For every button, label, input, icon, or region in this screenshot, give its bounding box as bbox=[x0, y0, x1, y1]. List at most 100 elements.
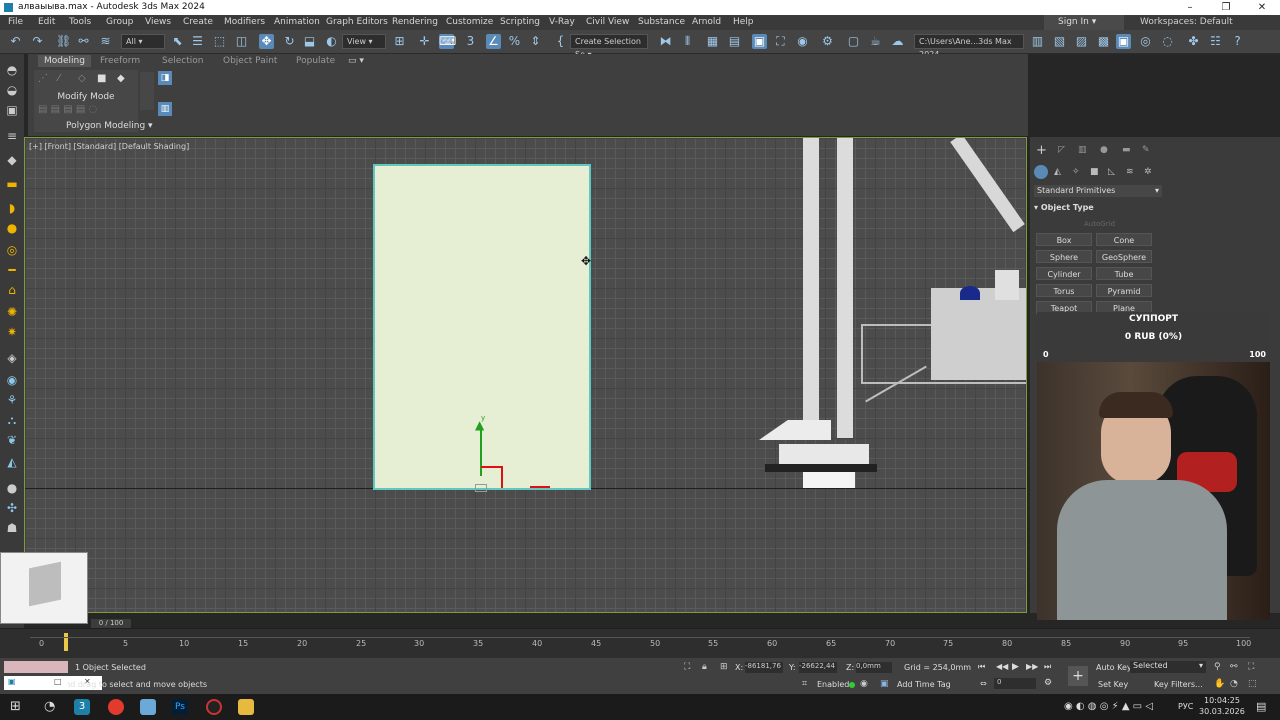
place-icon[interactable]: ◐ bbox=[324, 34, 339, 49]
maximize-button[interactable]: ❐ bbox=[1208, 0, 1244, 15]
hierarchy-icon[interactable]: ▣ bbox=[4, 102, 20, 118]
schematic-view-icon[interactable]: ⛶ bbox=[773, 34, 788, 49]
search-icon[interactable]: ◔ bbox=[44, 699, 55, 714]
maxscript-listener[interactable] bbox=[4, 661, 68, 673]
gizmo-plane-handle[interactable] bbox=[501, 466, 503, 488]
sphere-button[interactable]: Sphere bbox=[1036, 250, 1092, 263]
torus-button[interactable]: Torus bbox=[1036, 284, 1092, 297]
spacewarps-icon[interactable]: ≋ bbox=[1126, 167, 1134, 177]
vray-tool-icon[interactable]: ◭ bbox=[4, 454, 20, 470]
go-to-end-icon[interactable]: ⏭ bbox=[1044, 662, 1051, 672]
key-filters-button[interactable]: Key Filters... bbox=[1154, 680, 1203, 689]
material-ball-icon[interactable]: ● bbox=[4, 480, 20, 496]
workspace-selector[interactable]: Workspaces: Default bbox=[1140, 17, 1233, 27]
sign-in-button[interactable]: Sign In ▾ bbox=[1044, 15, 1124, 30]
front-viewport[interactable]: [+] [Front] [Standard] [Default Shading]… bbox=[24, 137, 1027, 613]
align-icon[interactable]: ⫴ bbox=[680, 34, 695, 49]
set-key-icon[interactable]: + bbox=[1068, 666, 1088, 686]
spinner-snap-icon[interactable]: ⇕ bbox=[528, 34, 543, 49]
notifications-icon[interactable]: ▤ bbox=[1256, 700, 1266, 713]
time-config-icon[interactable]: ⚙ bbox=[1044, 678, 1052, 688]
render-tool-icon[interactable]: ✣ bbox=[4, 500, 20, 516]
create-icon[interactable]: ◓ bbox=[4, 62, 20, 78]
auto-key-button[interactable]: Auto Key bbox=[1096, 663, 1132, 672]
hierarchy-tab-icon[interactable]: ▥ bbox=[1078, 145, 1087, 155]
polygon-icon[interactable]: ■ bbox=[97, 73, 106, 84]
key-mode-icon[interactable]: ⇔ bbox=[980, 679, 987, 688]
time-slider-thumb[interactable] bbox=[64, 633, 68, 651]
next-frame-icon[interactable]: ▶▶ bbox=[1026, 662, 1038, 671]
pyramid-button[interactable]: Pyramid bbox=[1096, 284, 1152, 297]
absolute-mode-icon[interactable]: ⊞ bbox=[720, 662, 728, 672]
vertex-icon[interactable]: ⋰ bbox=[38, 73, 48, 84]
selection-set-dropdown[interactable]: Create Selection Se ▾ bbox=[570, 34, 648, 59]
folder-icon[interactable] bbox=[238, 699, 254, 715]
cone-button[interactable]: Cone bbox=[1096, 233, 1152, 246]
obs-icon[interactable] bbox=[206, 699, 222, 715]
time-tag-icon[interactable]: ⌗ bbox=[802, 679, 807, 689]
3dsmax-taskbar-icon[interactable]: 3 bbox=[74, 699, 90, 715]
object-type-rollout[interactable]: ▾ Object Type bbox=[1034, 203, 1154, 215]
open-file-icon[interactable]: ▧ bbox=[1052, 34, 1067, 49]
substance-icon[interactable]: ✤ bbox=[1186, 34, 1201, 49]
modify-tab-icon[interactable]: ◸ bbox=[1058, 145, 1065, 155]
set-key-button[interactable]: Set Key bbox=[1098, 680, 1128, 689]
photoshop-icon[interactable]: Ps bbox=[172, 699, 188, 715]
helper-tool-icon[interactable]: ✷ bbox=[4, 324, 20, 340]
menu-create[interactable]: Create bbox=[183, 17, 213, 27]
polygon-modeling-dropdown[interactable]: Polygon Modeling ▾ bbox=[66, 121, 153, 131]
render-production-icon[interactable]: ☕ bbox=[868, 34, 883, 49]
snaps-toggle-icon[interactable]: 3 bbox=[463, 34, 478, 49]
edit-named-selection-icon[interactable]: { bbox=[553, 34, 568, 49]
minimize-button[interactable]: – bbox=[1172, 0, 1208, 15]
leaf-tool-icon[interactable]: ❦ bbox=[4, 432, 20, 448]
tab-selection[interactable]: Selection bbox=[162, 56, 203, 66]
clock-time[interactable]: 10:04:25 bbox=[1204, 696, 1240, 705]
zoom-extents-icon[interactable]: ⛶ bbox=[1248, 662, 1254, 672]
viewport-layout-icon[interactable]: ▣ bbox=[1116, 34, 1131, 49]
select-object-icon[interactable]: ⬉ bbox=[170, 34, 185, 49]
layer-explorer-icon[interactable]: ▦ bbox=[705, 34, 720, 49]
maximize-viewport-icon[interactable]: ⬚ bbox=[1248, 679, 1257, 689]
clock-date[interactable]: 30.03.2026 bbox=[1199, 707, 1245, 716]
geosphere-button[interactable]: GeoSphere bbox=[1096, 250, 1152, 263]
manipulate-icon[interactable]: ✛ bbox=[417, 34, 432, 49]
arnold-icon[interactable]: ◌ bbox=[1160, 34, 1175, 49]
add-time-tag-icon[interactable]: ▣ bbox=[880, 679, 889, 689]
sphere-tool-icon[interactable]: ◗ bbox=[4, 200, 20, 216]
tree-tool-icon[interactable]: ⛬ bbox=[4, 412, 20, 428]
geometry-icon[interactable] bbox=[1034, 165, 1048, 179]
help-icon[interactable]: ? bbox=[1230, 34, 1245, 49]
mirror-icon[interactable]: ⧓ bbox=[658, 34, 673, 49]
thumbnail-max-icon[interactable]: □ bbox=[54, 677, 62, 686]
chrome-icon[interactable] bbox=[108, 699, 124, 715]
systems-icon[interactable]: ✲ bbox=[1144, 167, 1152, 177]
windows-start-icon[interactable]: ⊞ bbox=[10, 699, 21, 714]
cylinder-button[interactable]: Cylinder bbox=[1036, 267, 1092, 280]
material-editor-icon[interactable]: ◉ bbox=[795, 34, 810, 49]
autogrid-checkbox[interactable]: AutoGrid bbox=[1084, 220, 1115, 228]
tab-freeform[interactable]: Freeform bbox=[100, 56, 140, 66]
menu-modifiers[interactable]: Modifiers bbox=[224, 17, 265, 27]
select-rotate-icon[interactable]: ↻ bbox=[282, 34, 297, 49]
x-coordinate[interactable]: -86181,76 bbox=[745, 662, 783, 673]
camera-tool-icon[interactable]: ⌂ bbox=[4, 282, 20, 298]
project-folder-icon[interactable]: ▥ bbox=[1030, 34, 1045, 49]
prev-frame-icon[interactable]: ◀◀ bbox=[996, 662, 1008, 671]
redo-icon[interactable]: ↷ bbox=[30, 34, 45, 49]
add-time-tag-label[interactable]: Add Time Tag bbox=[897, 680, 951, 689]
adaptive-degradation-icon[interactable]: ◉ bbox=[860, 679, 868, 689]
edge-icon[interactable]: ⁄ bbox=[58, 73, 60, 84]
menu-vray[interactable]: V-Ray bbox=[549, 17, 575, 27]
selected-plane-object[interactable]: ▲ y bbox=[373, 164, 591, 492]
teapot-icon[interactable]: ☗ bbox=[4, 520, 20, 536]
save-file-icon[interactable]: ▨ bbox=[1074, 34, 1089, 49]
go-to-start-icon[interactable]: ⏮ bbox=[978, 662, 985, 672]
menu-group[interactable]: Group bbox=[106, 17, 133, 27]
render-setup-icon[interactable]: ⚙ bbox=[820, 34, 835, 49]
menu-help[interactable]: Help bbox=[733, 17, 754, 27]
angle-snap-icon[interactable]: ∠ bbox=[486, 34, 501, 49]
zoom-icon[interactable]: ⚲ bbox=[1214, 662, 1221, 672]
render-frame-icon[interactable]: ▢ bbox=[846, 34, 861, 49]
menu-scripting[interactable]: Scripting bbox=[500, 17, 540, 27]
